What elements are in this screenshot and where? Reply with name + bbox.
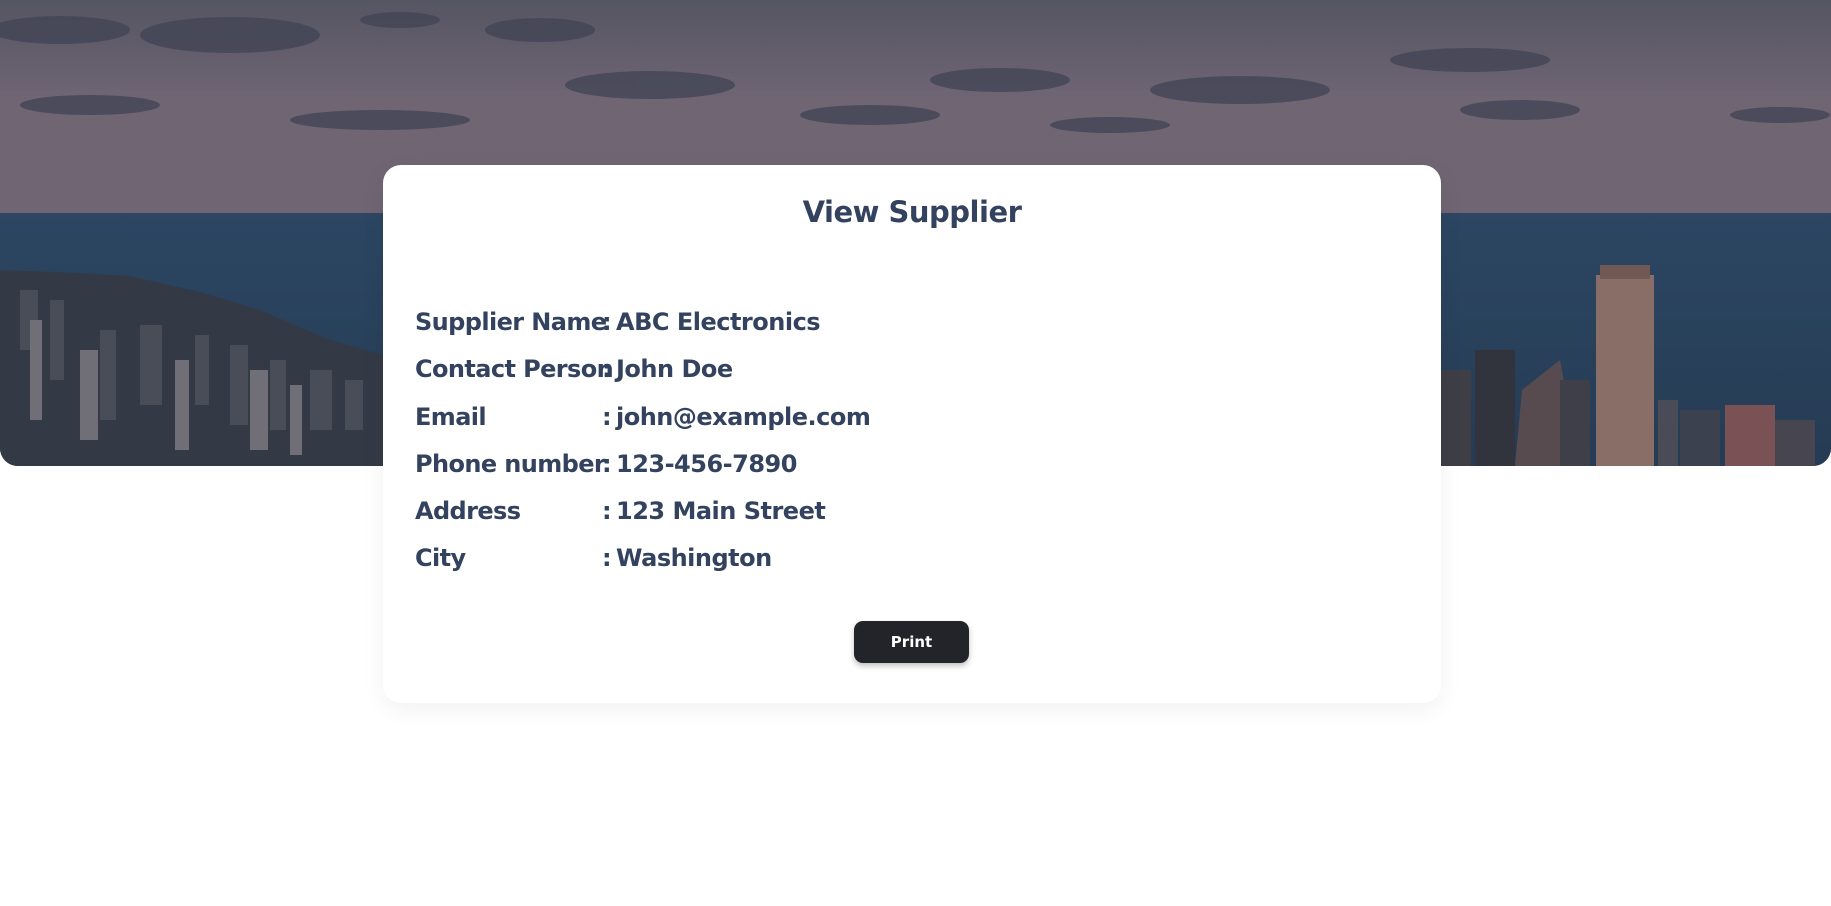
supplier-card: View Supplier Supplier Name : ABC Electr…	[383, 165, 1441, 703]
detail-value: john@example.com	[616, 402, 871, 431]
detail-value: Washington	[616, 544, 772, 573]
detail-label: Phone number	[415, 449, 606, 478]
detail-separator: :	[602, 402, 612, 431]
detail-value: 123 Main Street	[616, 497, 826, 526]
detail-row-email: Email : john@example.com	[415, 402, 871, 450]
print-button[interactable]: Print	[854, 621, 969, 663]
detail-value: ABC Electronics	[616, 308, 821, 336]
detail-separator: :	[602, 497, 612, 526]
detail-label: City	[415, 544, 466, 573]
detail-separator: :	[602, 544, 612, 573]
detail-label: Email	[415, 402, 487, 431]
detail-value: 123-456-7890	[616, 449, 797, 478]
detail-row-supplier-name: Supplier Name : ABC Electronics	[415, 308, 870, 355]
detail-row-city: City : Washington	[415, 544, 870, 591]
detail-row-contact-person: Contact Person : John Doe	[415, 355, 870, 402]
page-title: View Supplier	[802, 195, 1022, 229]
detail-separator: :	[602, 449, 612, 478]
detail-value: John Doe	[616, 355, 733, 384]
detail-separator: :	[602, 308, 612, 336]
detail-label: Contact Person	[415, 355, 614, 384]
detail-row-phone-number: Phone number : 123-456-7890	[415, 450, 870, 497]
detail-row-address: Address : 123 Main Street	[415, 497, 870, 544]
detail-label: Address	[415, 497, 521, 526]
detail-label: Supplier Name	[415, 308, 607, 336]
detail-separator: :	[602, 355, 612, 384]
supplier-details: Supplier Name : ABC Electronics Contact …	[415, 308, 871, 592]
